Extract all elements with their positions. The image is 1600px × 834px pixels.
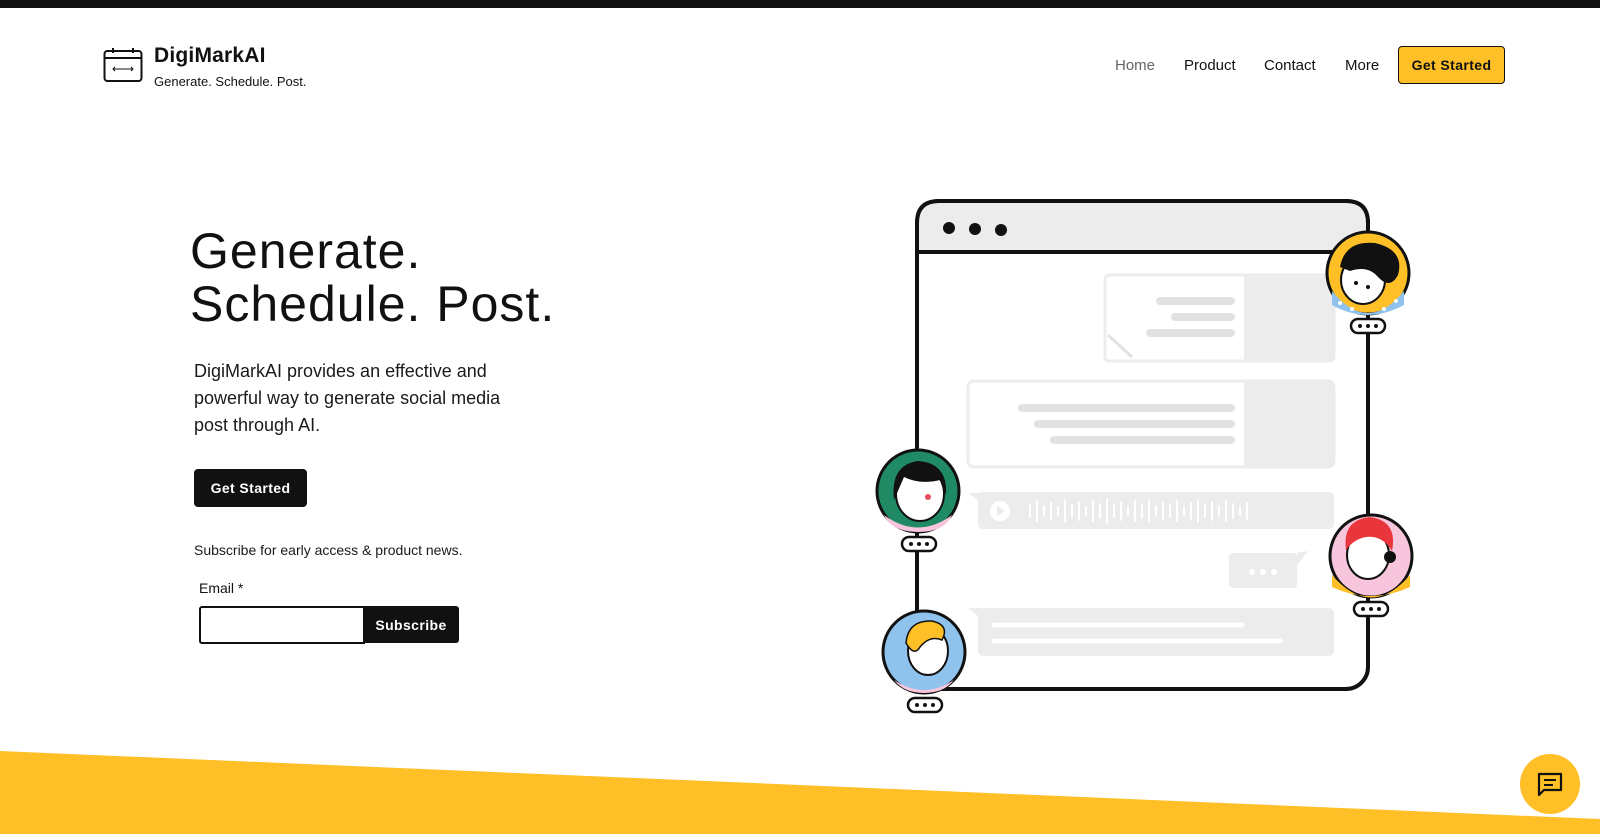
window-dot-icon: [943, 222, 955, 234]
nav-more[interactable]: More: [1345, 57, 1379, 74]
hero-title: Generate. Schedule. Post.: [190, 225, 555, 331]
typing-dots-icon: [900, 535, 938, 553]
nav-contact[interactable]: Contact: [1264, 57, 1316, 74]
window-dot-icon: [995, 224, 1007, 236]
hero-title-line-2: Schedule. Post.: [190, 276, 556, 332]
hero-title-line-1: Generate.: [190, 223, 422, 279]
chat-app-illustration: [875, 199, 1414, 714]
typing-dots-icon: [1229, 551, 1308, 588]
avatar: [881, 609, 967, 695]
avatar: [1328, 513, 1414, 599]
hero-get-started-button[interactable]: Get Started: [194, 469, 307, 507]
message-card: [1103, 273, 1336, 363]
chat-button[interactable]: [1520, 754, 1580, 814]
email-label: Email *: [199, 580, 244, 596]
typing-dots-icon: [1349, 317, 1387, 335]
audio-message: [968, 492, 1334, 529]
nav-home[interactable]: Home: [1115, 57, 1155, 74]
browser-titlebar: [915, 199, 1370, 254]
chat-icon: [1537, 772, 1563, 797]
brand-name[interactable]: DigiMarkAI: [154, 44, 266, 68]
footer-band: [0, 751, 1600, 834]
email-input[interactable]: [199, 606, 365, 644]
subscribe-button[interactable]: Subscribe: [363, 606, 459, 643]
calendar-logo-icon[interactable]: [103, 47, 143, 83]
brand-tagline: Generate. Schedule. Post.: [154, 74, 307, 89]
message-card: [966, 379, 1336, 469]
header-get-started-button[interactable]: Get Started: [1398, 46, 1505, 84]
top-border: [0, 0, 1600, 8]
avatar: [875, 448, 961, 534]
typing-dots-icon: [1352, 600, 1390, 618]
avatar: [1325, 230, 1411, 316]
typing-dots-icon: [906, 696, 944, 714]
hero-description: DigiMarkAI provides an effective and pow…: [194, 361, 501, 435]
message-card: [968, 608, 1334, 656]
nav-product[interactable]: Product: [1184, 57, 1236, 74]
subscribe-text: Subscribe for early access & product new…: [194, 542, 463, 558]
window-dot-icon: [969, 223, 981, 235]
